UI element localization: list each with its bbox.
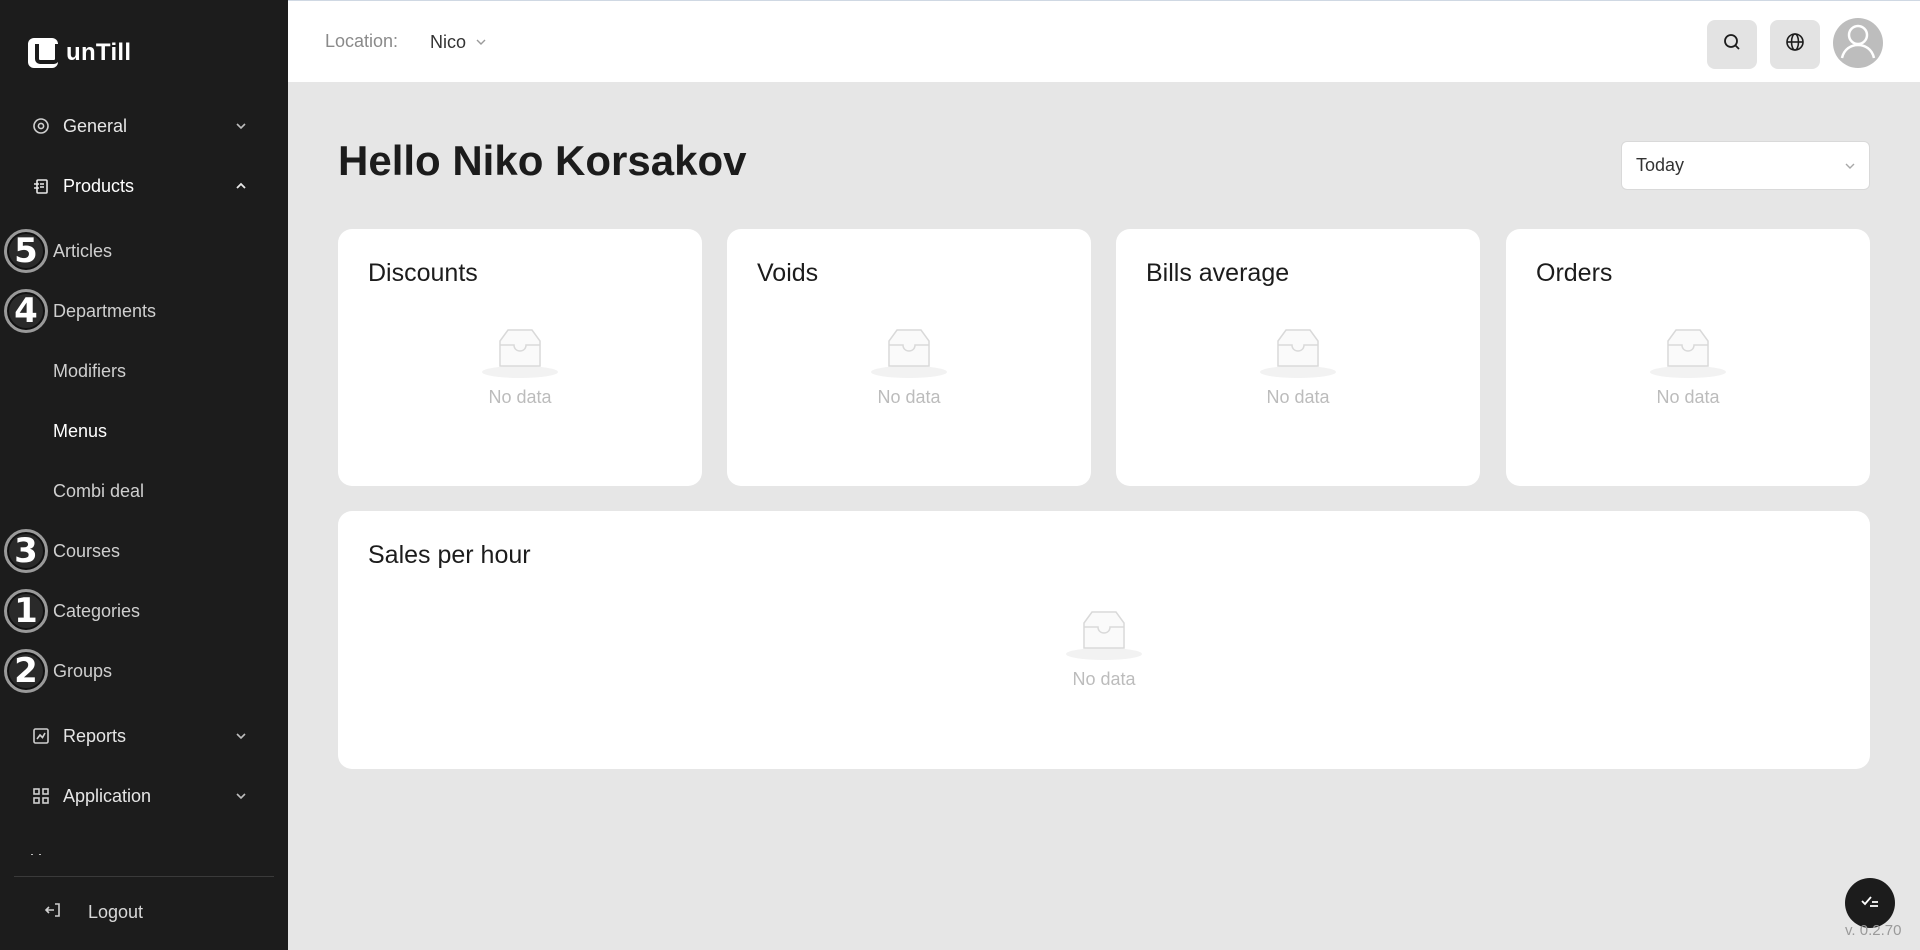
period-value: Today (1636, 155, 1685, 175)
sidebar-divider (14, 876, 274, 877)
tasks-fab-button[interactable] (1845, 878, 1895, 928)
step-badge: 1 (4, 589, 48, 633)
chart-icon (32, 727, 50, 745)
topbar: Location: Nico (288, 0, 1920, 82)
sidebar-item-partially-hidden (30, 847, 110, 855)
step-badge: 5 (4, 229, 48, 273)
step-badge: 3 (4, 529, 48, 573)
sidebar-subitem-combi-deal[interactable]: Combi deal (0, 469, 288, 513)
card-discounts: Discounts No data (338, 229, 702, 486)
sidebar-subitem-label: Groups (53, 660, 113, 681)
logo[interactable]: unTill (28, 38, 131, 68)
chevron-up-icon (233, 178, 249, 194)
logout-label: Logout (88, 901, 144, 922)
sidebar-subitem-label: Departments (53, 300, 157, 321)
checklist-icon (1859, 890, 1881, 917)
chevron-down-icon (474, 35, 488, 49)
sidebar-subitem-courses[interactable]: 3 Courses (0, 529, 288, 573)
globe-icon (1785, 32, 1805, 57)
logo-text: unTill (66, 39, 132, 66)
logout-button[interactable]: Logout (0, 890, 288, 934)
empty-state: No data (849, 327, 969, 408)
untill-logo-icon (28, 38, 59, 68)
empty-inbox-icon (1650, 329, 1726, 378)
user-icon (1833, 18, 1883, 68)
card-title: Orders (1536, 259, 1613, 287)
sidebar-subitem-label: Modifiers (53, 360, 127, 381)
sidebar-subitem-departments[interactable]: 4 Departments (0, 289, 288, 333)
card-voids: Voids No data (727, 229, 1091, 486)
card-sales-per-hour: Sales per hour No data (338, 511, 1870, 769)
chevron-down-icon (1843, 159, 1857, 173)
empty-state: No data (460, 327, 580, 408)
user-avatar[interactable] (1833, 18, 1883, 68)
no-data-label: No data (1266, 387, 1330, 407)
language-button[interactable] (1770, 20, 1820, 69)
location-label: Location: (325, 31, 399, 51)
location-select[interactable]: Nico (430, 29, 488, 55)
sidebar-subitem-label: Menus (53, 420, 108, 441)
sidebar-subitem-label: Articles (53, 240, 113, 261)
period-select[interactable]: Today (1621, 141, 1870, 190)
empty-state: No data (1238, 327, 1358, 408)
version-label: v. 0.2.70 (1845, 922, 1902, 939)
sidebar-item-label: Products (63, 175, 135, 196)
sidebar-subitem-menus[interactable]: Menus (0, 409, 288, 453)
sidebar-subitem-groups[interactable]: 2 Groups (0, 649, 288, 693)
card-title: Discounts (368, 259, 478, 287)
sidebar-item-reports[interactable]: Reports (0, 714, 288, 758)
empty-inbox-icon (1260, 329, 1336, 378)
card-title: Sales per hour (368, 541, 531, 569)
no-data-label: No data (1656, 387, 1720, 407)
card-title: Voids (757, 259, 819, 287)
chevron-down-icon (233, 118, 249, 134)
sidebar-subitem-categories[interactable]: 1 Categories (0, 589, 288, 633)
card-bills-average: Bills average No data (1116, 229, 1480, 486)
logout-icon (44, 901, 62, 924)
sidebar-item-label: General (63, 115, 128, 136)
chevron-down-icon (233, 788, 249, 804)
no-data-label: No data (488, 387, 552, 407)
no-data-label: No data (877, 387, 941, 407)
chevron-down-icon (233, 728, 249, 744)
general-icon (32, 117, 50, 135)
sidebar: unTill General Products 5 Articles 4 Dep… (0, 0, 288, 950)
sidebar-subitem-modifiers[interactable]: Modifiers (0, 349, 288, 393)
sidebar-subitem-label: Combi deal (53, 480, 145, 501)
search-button[interactable] (1707, 20, 1757, 69)
products-icon (32, 177, 50, 195)
sidebar-item-label: Application (63, 785, 152, 806)
sidebar-item-general[interactable]: General (0, 104, 288, 148)
sidebar-subitem-label: Courses (53, 540, 121, 561)
sidebar-item-label: Reports (63, 725, 127, 746)
sidebar-subitem-label: Categories (53, 600, 141, 621)
empty-state: No data (1628, 327, 1748, 408)
card-orders: Orders No data (1506, 229, 1870, 486)
empty-inbox-icon (482, 329, 558, 378)
empty-inbox-icon (871, 329, 947, 378)
sidebar-item-application[interactable]: Application (0, 774, 288, 818)
step-badge: 2 (4, 649, 48, 693)
empty-state: No data (1044, 609, 1164, 690)
step-badge: 4 (4, 289, 48, 333)
location-value: Nico (430, 31, 467, 52)
sidebar-subitem-articles[interactable]: 5 Articles (0, 229, 288, 273)
empty-inbox-icon (1066, 611, 1142, 660)
search-icon (1722, 32, 1742, 57)
card-title: Bills average (1146, 259, 1290, 287)
no-data-label: No data (1072, 669, 1136, 689)
page-title: Hello Niko Korsakov (338, 137, 747, 184)
sidebar-item-products[interactable]: Products (0, 164, 288, 208)
grid-icon (32, 787, 50, 805)
